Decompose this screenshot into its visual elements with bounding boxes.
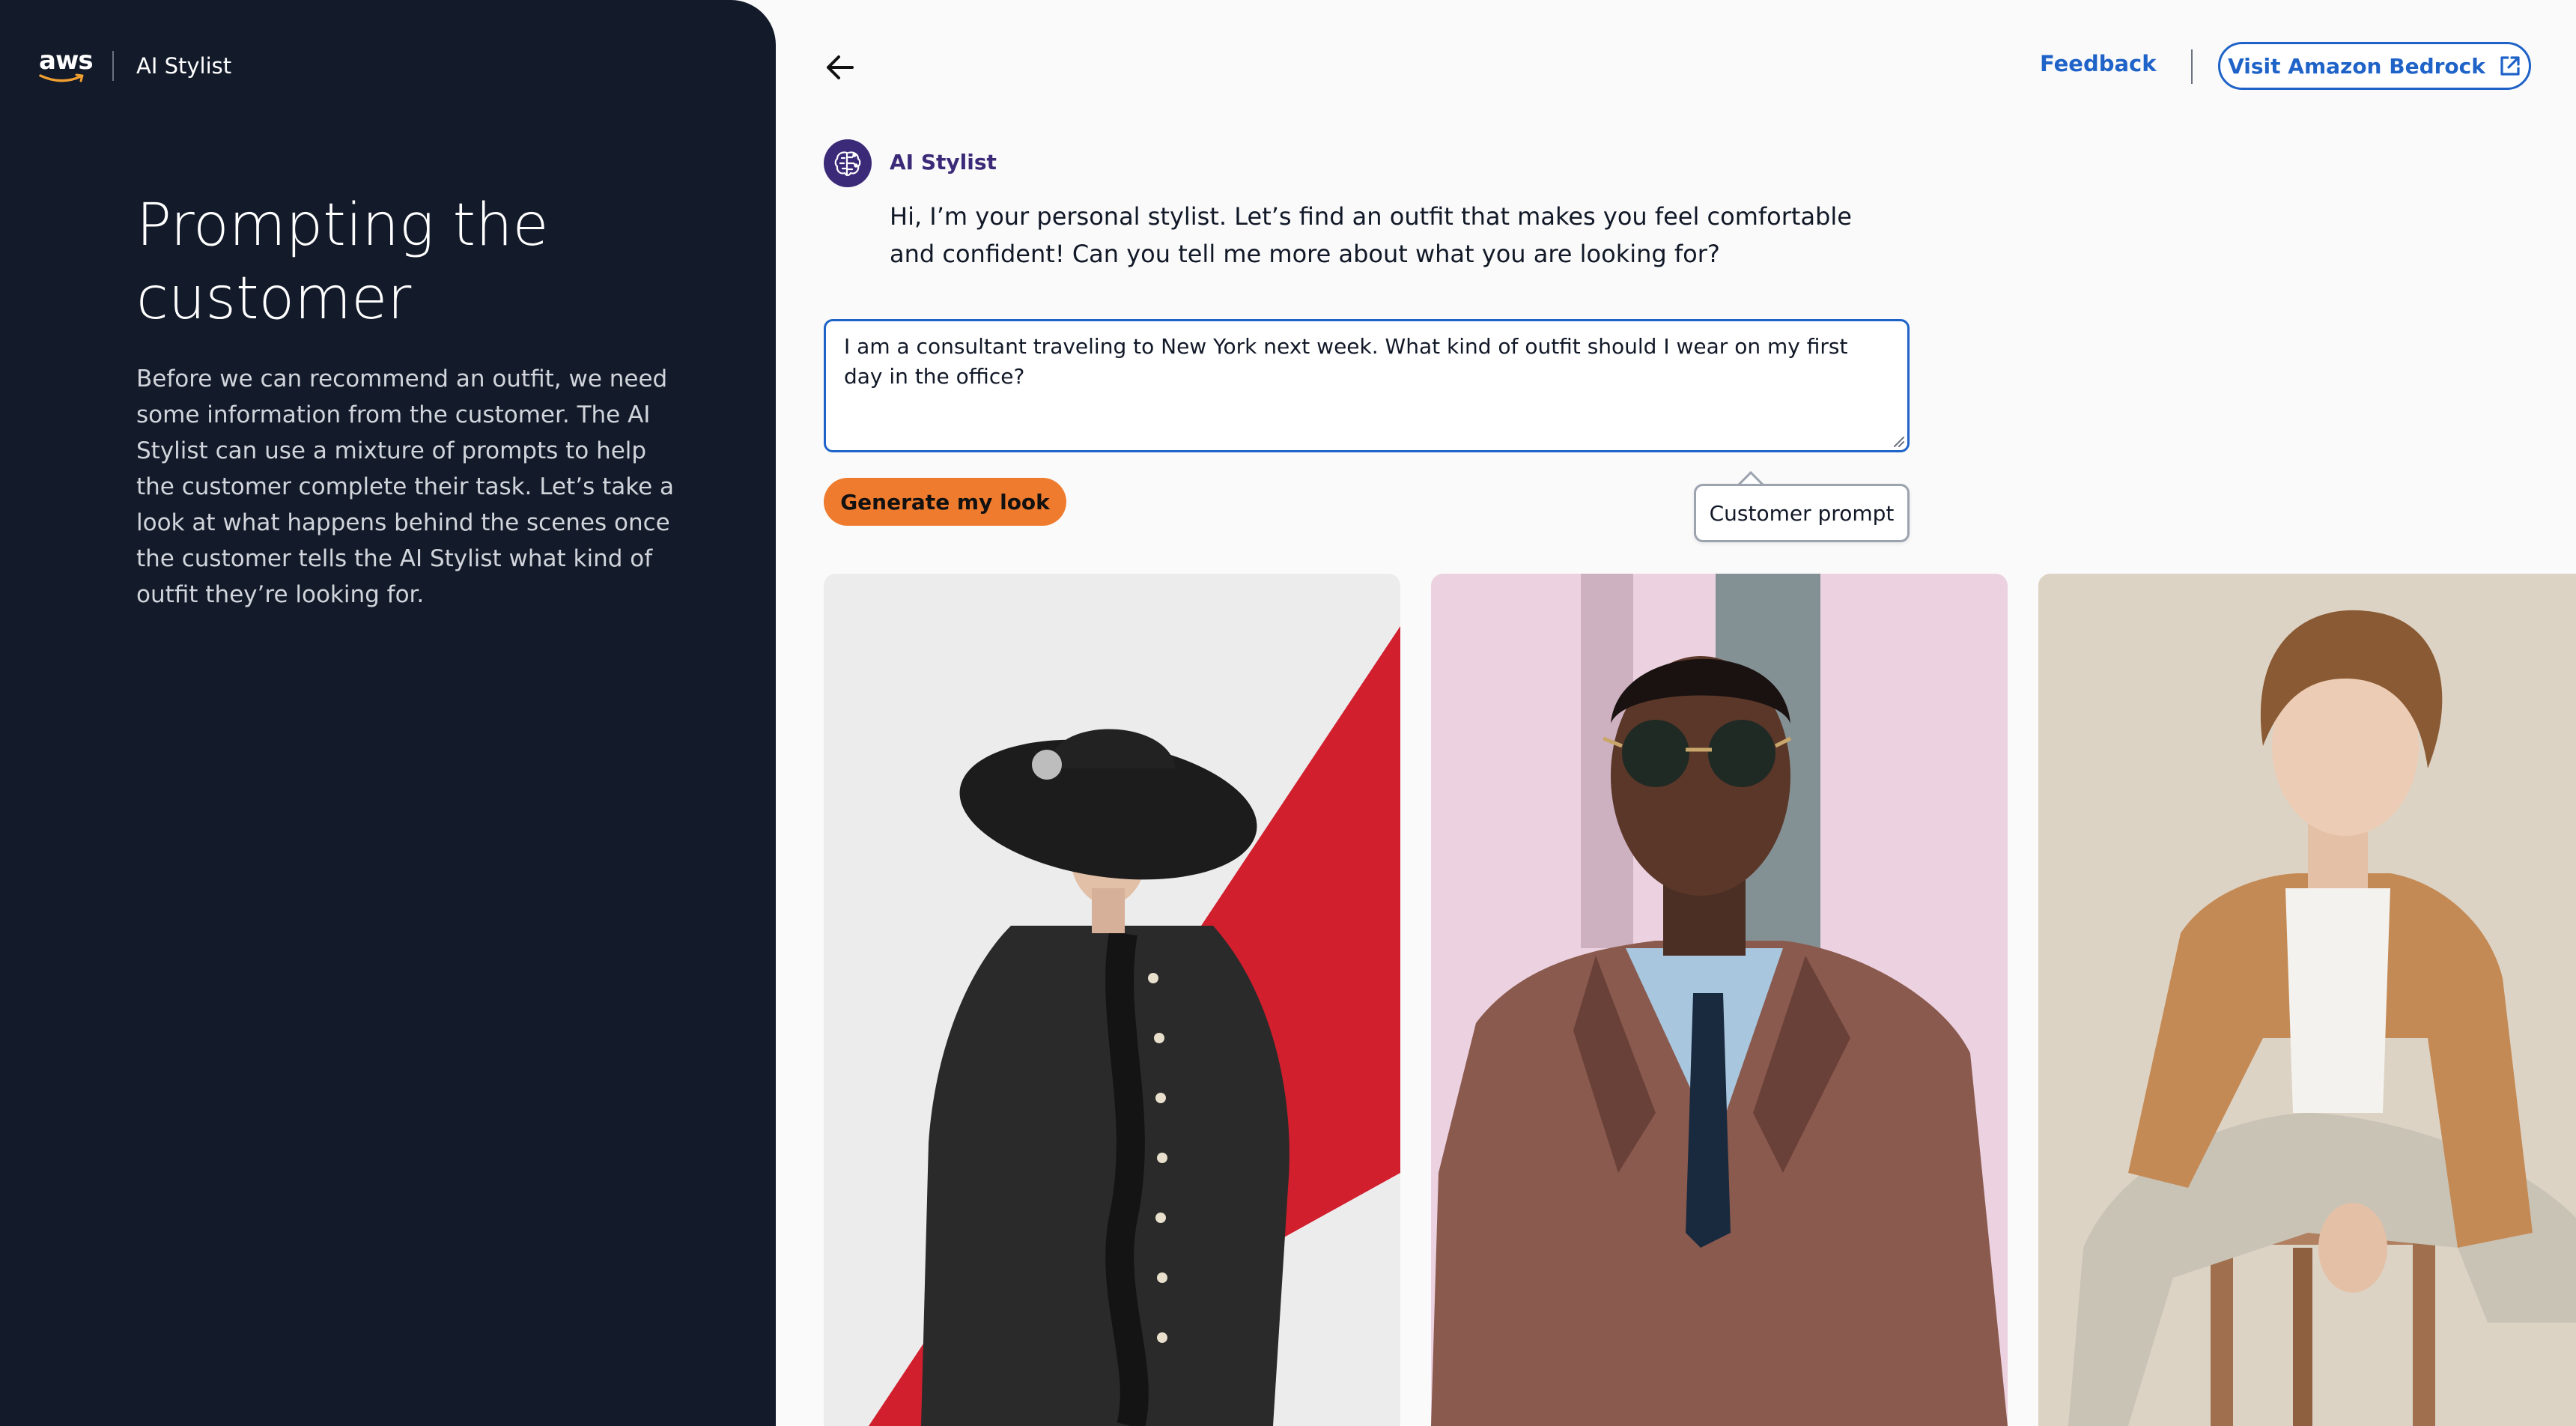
section-description: Before we can recommend an outfit, we ne… <box>136 365 674 608</box>
external-link-icon <box>2500 56 2520 76</box>
customer-prompt-input[interactable]: I am a consultant traveling to New York … <box>824 319 1910 452</box>
feedback-link[interactable]: Feedback <box>2040 51 2157 76</box>
assistant-message: Hi, I’m your personal stylist. Let’s fin… <box>890 202 1852 268</box>
arrow-left-icon <box>827 55 854 79</box>
visit-bedrock-label: Visit Amazon Bedrock <box>2228 53 2485 79</box>
customer-prompt-tooltip: Customer prompt <box>1694 484 1910 542</box>
brand-header: aws AI Stylist <box>39 43 231 88</box>
outfit-image-3[interactable] <box>2038 574 2576 1426</box>
assistant-name: AI Stylist <box>890 150 997 175</box>
outfit-image-1[interactable] <box>824 574 1400 1426</box>
brand-divider <box>112 51 114 81</box>
outfit-image-2[interactable] <box>1431 574 2008 1426</box>
info-panel: aws AI Stylist Prompting the customer Be… <box>0 0 776 1426</box>
man-camel-coat-image <box>2038 574 2576 1426</box>
resize-handle-icon[interactable] <box>1892 434 1905 448</box>
back-button[interactable] <box>819 46 861 88</box>
brain-circuit-icon <box>834 151 861 177</box>
aws-wordmark: aws <box>39 46 94 76</box>
man-leather-jacket-image <box>1431 574 2008 1426</box>
section-title: Prompting the customer <box>136 192 549 333</box>
visit-bedrock-button[interactable]: Visit Amazon Bedrock <box>2218 42 2531 90</box>
tooltip-text: Customer prompt <box>1709 500 1895 526</box>
woman-hat-coat-image <box>824 574 1400 1426</box>
aws-logo[interactable]: aws <box>39 48 94 84</box>
generate-look-button[interactable]: Generate my look <box>824 478 1066 526</box>
header-divider <box>2191 49 2193 84</box>
aws-smile-icon <box>39 73 84 82</box>
assistant-avatar <box>824 139 872 187</box>
app-name: AI Stylist <box>136 53 232 79</box>
